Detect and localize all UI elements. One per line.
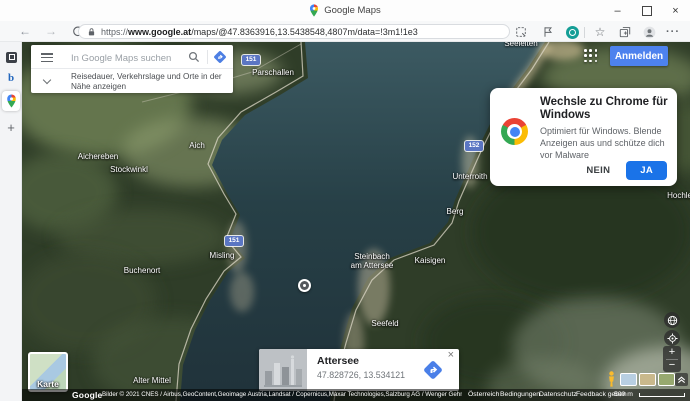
search-input[interactable]: [69, 49, 191, 67]
zoom-out-button[interactable]: −: [663, 359, 681, 372]
attribution-bar: Google Bilder © 2021 CNES / Airbus,GeoCo…: [22, 389, 690, 401]
tab-google-maps[interactable]: [0, 92, 22, 110]
browser-window: Google Maps – × ← → ⌂ https://www.google…: [0, 0, 690, 401]
search-divider: [207, 50, 208, 64]
imagery-thumbnail[interactable]: [620, 373, 637, 386]
window-controls: – ×: [603, 0, 690, 21]
globe-icon: [667, 315, 678, 326]
nein-button[interactable]: NEIN: [580, 161, 616, 180]
extension-badge: [566, 26, 579, 39]
tab-title: Google Maps: [0, 0, 690, 21]
search-icon[interactable]: [188, 51, 200, 63]
map-label: Buchenort: [97, 266, 187, 275]
dialog-body: Optimiert für Windows. Blende Anzeigen a…: [540, 125, 674, 161]
close-button[interactable]: ×: [661, 0, 690, 21]
map-label: Alter Mittel: [107, 376, 197, 385]
place-coordinates: 47.828726, 13.534121: [317, 370, 405, 380]
collapse-imagery-button[interactable]: [675, 373, 688, 386]
zoom-in-button[interactable]: +: [663, 346, 681, 359]
navigation-bar: ← → ⌂ https://www.google.at/maps/@47.836…: [0, 21, 690, 42]
road-badge: 151: [242, 55, 260, 65]
dialog-buttons: NEIN JA: [580, 161, 667, 180]
directions-icon[interactable]: [212, 49, 228, 65]
zoom-control: + −: [663, 346, 681, 372]
map-label: Misling: [177, 251, 267, 260]
tab-bing[interactable]: b: [0, 69, 22, 87]
scale-label: 500 m: [614, 389, 633, 401]
back-icon[interactable]: ←: [16, 21, 34, 41]
search-box[interactable]: [31, 45, 233, 69]
attribution-link[interactable]: Österreich: [468, 389, 499, 401]
ja-button[interactable]: JA: [626, 161, 667, 180]
travel-hint-label: Reisedauer, Verkehrslage und Orte in der…: [71, 72, 229, 91]
forward-icon[interactable]: →: [42, 21, 60, 41]
attribution-link[interactable]: Datenschutz: [539, 389, 577, 401]
vertical-tab-strip: b +: [0, 42, 22, 401]
chevron-down-icon: [43, 76, 51, 84]
place-title: Attersee: [317, 355, 359, 367]
imagery-thumbnail[interactable]: [658, 373, 675, 386]
favorites-star-icon[interactable]: ☆: [592, 24, 608, 40]
lock-icon: [87, 27, 96, 37]
more-menu-icon[interactable]: ···: [665, 24, 681, 40]
map-label: Stockwinkl: [84, 165, 174, 174]
scale-bar: [639, 393, 685, 397]
map-type-label: Karte: [30, 379, 66, 389]
map-canvas[interactable]: Seeleiten Parschallen Aich Stockwinkl Aicher…: [22, 42, 690, 401]
google-watermark: Google: [72, 389, 102, 401]
attribution-link[interactable]: Bedingungen: [500, 389, 540, 401]
search-card: Reisedauer, Verkehrslage und Orte in der…: [31, 45, 233, 93]
window-title: Google Maps: [324, 5, 381, 16]
minimize-button[interactable]: –: [603, 0, 632, 21]
google-maps-pin-icon: [309, 4, 319, 17]
dialog-title: Wechsle zu Chrome für Windows: [540, 96, 672, 122]
travel-info-toggle[interactable]: Reisedauer, Verkehrslage und Orte in der…: [31, 69, 233, 93]
map-label: Seefeld: [340, 319, 430, 328]
my-location-button[interactable]: [664, 330, 680, 346]
map-label: Aichereben: [53, 152, 143, 161]
place-card[interactable]: Attersee 47.828726, 13.534121 ×: [259, 349, 459, 391]
target-icon: [667, 333, 678, 344]
toolbar-divider: [584, 27, 585, 38]
pegman-icon[interactable]: [606, 371, 617, 387]
dropped-pin-marker[interactable]: [298, 279, 311, 292]
url-text: https://www.google.at/maps/@47.8363916,1…: [101, 27, 418, 37]
globe-view-button[interactable]: [664, 312, 680, 328]
road-badge: 151: [225, 236, 243, 246]
site-favicon-icon: [6, 52, 17, 63]
collections-icon[interactable]: [617, 24, 633, 40]
map-label: Kaisigen: [385, 256, 475, 265]
address-bar[interactable]: https://www.google.at/maps/@47.8363916,1…: [78, 24, 510, 39]
imagery-thumbnail[interactable]: [639, 373, 656, 386]
place-photo-placeholder: [259, 349, 307, 391]
extension-icon[interactable]: [564, 24, 580, 40]
map-label: Hochlecken: [643, 191, 690, 200]
map-label: Seeleiten: [476, 42, 566, 48]
chrome-logo-icon: [501, 118, 528, 145]
maximize-icon: [642, 6, 652, 16]
map-label: Aich: [152, 141, 242, 150]
map-label: Berg: [410, 207, 500, 216]
directions-icon[interactable]: [421, 358, 445, 382]
imagery-credits: Bilder © 2021 CNES / Airbus,GeoContent,G…: [102, 389, 462, 401]
add-favorite-icon[interactable]: [540, 24, 556, 40]
close-icon[interactable]: ×: [448, 349, 454, 361]
profile-icon[interactable]: [641, 24, 657, 40]
map-type-control[interactable]: Karte: [28, 352, 68, 392]
signin-button[interactable]: Anmelden: [610, 46, 668, 66]
double-chevron-up-icon: [677, 375, 686, 384]
road-badge: 152: [465, 141, 483, 151]
new-tab-button[interactable]: +: [0, 118, 22, 136]
tab-site[interactable]: [0, 48, 22, 66]
bing-icon: b: [8, 72, 14, 84]
map-label: Parschallen: [228, 68, 318, 77]
google-maps-pin-icon: [6, 94, 17, 108]
title-bar: Google Maps – ×: [0, 0, 690, 21]
google-apps-icon[interactable]: [584, 49, 598, 63]
web-capture-icon[interactable]: [513, 24, 529, 40]
maximize-button[interactable]: [632, 0, 661, 21]
chrome-promo-dialog: Wechsle zu Chrome für Windows Optimiert …: [490, 88, 677, 186]
menu-icon[interactable]: [41, 53, 53, 62]
